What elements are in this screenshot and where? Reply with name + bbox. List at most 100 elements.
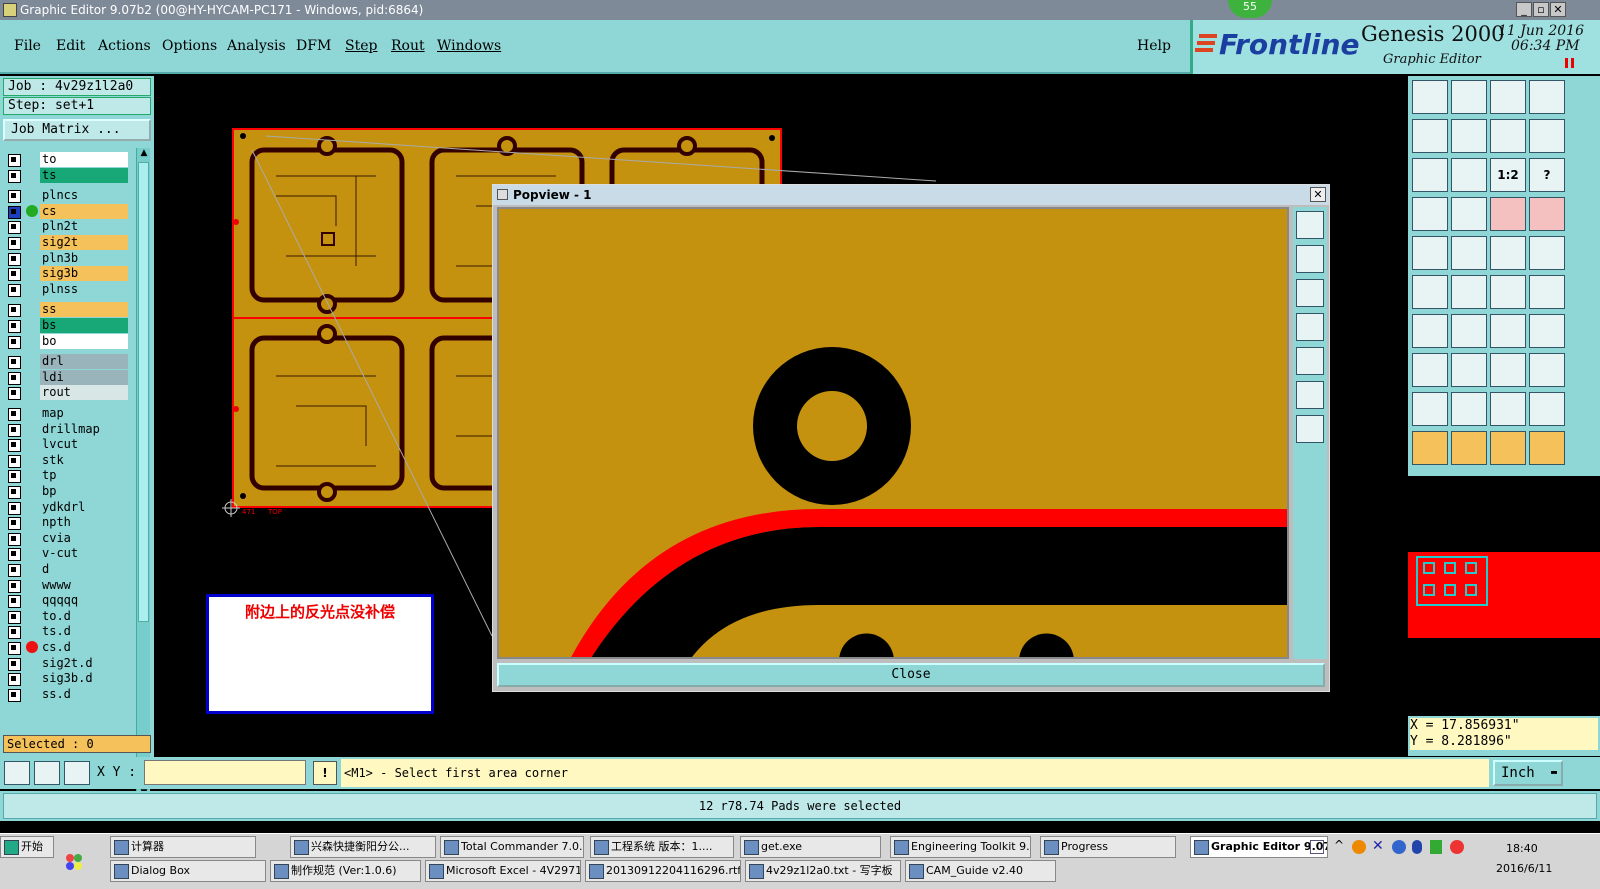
xy-input[interactable] [144, 760, 306, 785]
menu-edit[interactable]: Edit [56, 38, 85, 54]
clock-date[interactable]: 2016/6/11 [1496, 862, 1552, 875]
layer-checkbox[interactable] [8, 470, 21, 484]
layer-row[interactable]: sig3b [6, 266, 128, 282]
units-selector[interactable]: Inch ▬ [1493, 760, 1563, 786]
layer-name[interactable]: ss [40, 302, 128, 318]
maximize-button[interactable]: ▫ [1533, 2, 1549, 17]
layer-checkbox[interactable] [8, 423, 21, 437]
layer-checkbox[interactable] [8, 532, 21, 546]
layer-checkbox[interactable] [8, 501, 21, 515]
layer-name[interactable]: drl [40, 354, 128, 370]
layer-checkbox[interactable] [8, 439, 21, 453]
layer-checkbox[interactable] [8, 205, 21, 219]
layer-row[interactable]: plnss [6, 281, 128, 297]
redraw-icon[interactable] [1529, 119, 1565, 153]
layer-name[interactable]: bo [40, 333, 128, 349]
layer-checkbox[interactable] [8, 320, 21, 333]
layer-row[interactable]: ydkdrl [6, 499, 128, 515]
grid-icon[interactable] [1451, 197, 1487, 231]
layer-checkbox[interactable] [8, 304, 21, 318]
layer-row[interactable]: bs [6, 318, 128, 333]
tray-x-icon[interactable]: ✕ [1372, 838, 1384, 854]
layer-checkbox[interactable] [8, 190, 21, 204]
quicklaunch-icon[interactable] [60, 848, 90, 878]
start-button[interactable]: 开始 [0, 836, 54, 858]
tray-icon[interactable] [1352, 840, 1366, 854]
layer-name[interactable]: bp [40, 484, 128, 499]
layer-checkbox[interactable] [8, 548, 21, 562]
layer-name[interactable]: ss.d [40, 686, 128, 702]
taskbar-button[interactable]: Engineering Toolkit 9.... [890, 836, 1031, 858]
net-icon[interactable] [1451, 236, 1487, 270]
layer-row[interactable]: drillmap [6, 421, 128, 437]
alert-icon[interactable]: ! [313, 761, 337, 785]
taskbar-button[interactable]: Dialog Box [110, 860, 266, 882]
layer-row[interactable]: d [6, 562, 128, 577]
pv-zoom-in-icon[interactable] [1296, 381, 1324, 409]
layer-checkbox[interactable] [8, 657, 21, 671]
measure-icon[interactable] [1412, 197, 1448, 231]
scroll-up-icon[interactable]: ▲ [138, 148, 150, 160]
clock-time[interactable]: 18:40 [1506, 842, 1538, 855]
layer-row[interactable]: ts.d [6, 624, 128, 640]
pan-up-icon[interactable] [1412, 80, 1448, 114]
ruler-icon[interactable] [1490, 236, 1526, 270]
layer-name[interactable]: lvcut [40, 437, 128, 453]
popview-close-button[interactable]: Close [497, 663, 1325, 687]
layer-name[interactable]: drillmap [40, 421, 128, 437]
layer-checkbox[interactable] [8, 335, 21, 349]
dimension-icon[interactable] [1490, 353, 1526, 387]
layer-name[interactable]: ldi [40, 369, 128, 385]
menu-actions[interactable]: Actions [98, 38, 151, 54]
layer-checkbox[interactable] [8, 387, 21, 401]
rotate-icon[interactable] [1490, 119, 1526, 153]
taskbar-button[interactable]: 4v29z1l2a0.txt - 写字板 [745, 860, 901, 882]
layer-row[interactable]: stk [6, 452, 128, 468]
popview-zoom-area[interactable] [497, 207, 1289, 659]
layer-checkbox[interactable] [8, 673, 21, 687]
layer-checkbox[interactable] [8, 610, 21, 624]
layer-name[interactable]: qqqqq [40, 593, 128, 609]
overview-map[interactable] [1408, 476, 1600, 716]
layer-name[interactable]: cs [40, 203, 128, 219]
grid-mode-icon[interactable] [64, 761, 90, 785]
pad-icon[interactable] [1529, 236, 1565, 270]
scroll-thumb[interactable] [138, 162, 149, 622]
layer-row[interactable]: ldi [6, 369, 128, 385]
menu-rout[interactable]: Rout [391, 38, 425, 54]
layer-row[interactable]: to [6, 152, 128, 167]
layer-row[interactable]: cs [6, 203, 128, 219]
pause-icon[interactable] [1571, 58, 1574, 68]
help-icon[interactable]: ? [1529, 158, 1565, 192]
select-path-icon[interactable] [1529, 431, 1565, 465]
taskbar-button[interactable]: get.exe [740, 836, 881, 858]
layer-row[interactable]: cvia [6, 530, 128, 546]
taskbar-button[interactable]: 制作规范 (Ver:1.0.6) [270, 860, 421, 882]
layer-checkbox[interactable] [8, 221, 21, 235]
layer-name[interactable]: wwww [40, 577, 128, 593]
job-matrix-button[interactable]: Job Matrix ... [3, 119, 151, 141]
layer-row[interactable]: to.d [6, 608, 128, 624]
layer-checkbox[interactable] [8, 642, 21, 655]
angle-mode-icon[interactable] [34, 761, 60, 785]
layer-name[interactable]: pln2t [40, 219, 128, 235]
letter-a-icon[interactable] [1490, 392, 1526, 426]
layer-row[interactable]: ts [6, 167, 128, 183]
line-alt-icon[interactable] [1529, 275, 1565, 309]
line-icon[interactable] [1490, 275, 1526, 309]
pv-pan-left-icon[interactable] [1296, 313, 1324, 341]
close-window-button[interactable]: ✕ [1550, 2, 1566, 17]
menu-windows[interactable]: Windows [437, 38, 501, 54]
home-icon[interactable] [1490, 80, 1526, 114]
layer-checkbox[interactable] [8, 356, 21, 370]
layer-name[interactable]: to [40, 152, 128, 167]
layer-name[interactable]: bs [40, 318, 128, 333]
layer-checkbox[interactable] [8, 595, 21, 609]
pv-zoom-fit-icon[interactable] [1296, 211, 1324, 239]
pause-icon[interactable] [1565, 58, 1568, 68]
layer-checkbox[interactable] [8, 688, 21, 702]
taskbar-button[interactable]: Microsoft Excel - 4V2971... [425, 860, 581, 882]
taskbar-button[interactable]: 工程系统 版本：1.... [590, 836, 734, 858]
layer-name[interactable]: sig3b.d [40, 671, 128, 687]
popview-close-icon[interactable]: ✕ [1310, 187, 1326, 202]
